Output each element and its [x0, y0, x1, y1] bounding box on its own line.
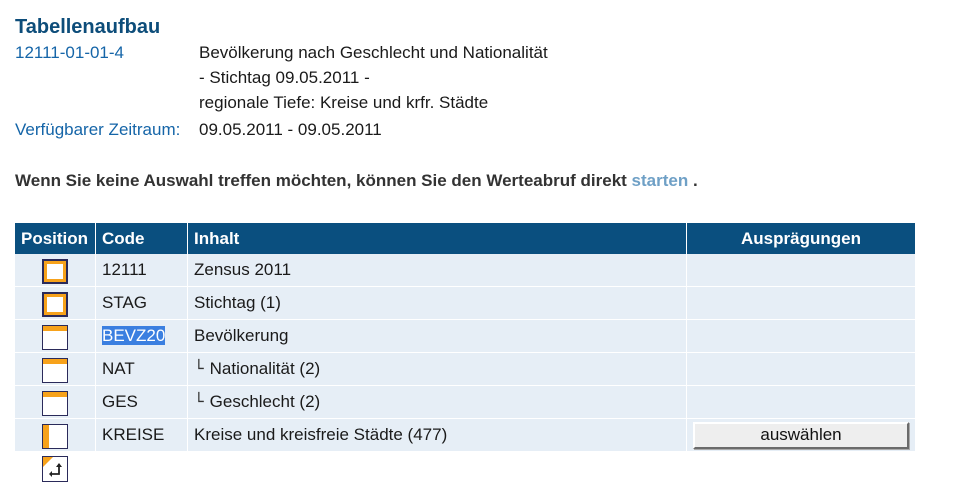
- row-inhalt: Stichtag (1): [188, 287, 687, 320]
- header-auspraegungen: Ausprägungen: [687, 223, 915, 254]
- header-position: Position: [15, 223, 96, 254]
- row-auspraegungen: [687, 353, 915, 386]
- row-code: GES: [96, 386, 188, 419]
- position-box-icon[interactable]: [41, 258, 69, 285]
- row-inhalt: Kreise und kreisfreie Städte (477): [188, 419, 687, 452]
- row-code: KREISE: [96, 419, 188, 452]
- row-auspraegungen: [687, 287, 915, 320]
- row-auspraegungen: auswählen: [687, 419, 915, 452]
- position-header-icon[interactable]: [41, 357, 69, 384]
- table-row: GES └ Geschlecht (2): [15, 386, 915, 419]
- table-row: STAG Stichtag (1): [15, 287, 915, 320]
- tree-branch-icon: └: [194, 359, 204, 378]
- position-header-icon[interactable]: [41, 324, 69, 351]
- position-header-icon[interactable]: [41, 390, 69, 417]
- row-code-selected: BEVZ20: [102, 326, 166, 345]
- table-row: KREISE Kreise und kreisfreie Städte (477…: [15, 419, 915, 452]
- row-inhalt: └ Nationalität (2): [188, 353, 687, 386]
- table-row: 12111 Zensus 2011: [15, 254, 915, 287]
- table-description-line-2: - Stichtag 09.05.2011 -: [199, 68, 370, 87]
- intro-message: Wenn Sie keine Auswahl treffen möchten, …: [15, 171, 627, 190]
- row-code: BEVZ20: [96, 320, 188, 353]
- row-inhalt: Zensus 2011: [188, 254, 687, 287]
- table-row: NAT └ Nationalität (2): [15, 353, 915, 386]
- position-side-icon[interactable]: [41, 423, 69, 450]
- row-position-cell: [15, 320, 96, 353]
- period-value: 09.05.2011 - 09.05.2011: [199, 120, 382, 139]
- table-description-line-1: Bevölkerung nach Geschlecht und National…: [199, 43, 548, 62]
- position-box-icon[interactable]: [41, 291, 69, 318]
- header-inhalt: Inhalt: [188, 223, 687, 254]
- header-code: Code: [96, 223, 188, 254]
- row-code: NAT: [96, 353, 188, 386]
- table-code: 12111-01-01-4: [15, 43, 125, 62]
- swap-icon[interactable]: [41, 455, 69, 483]
- table-header-row: Position Code Inhalt Ausprägungen: [15, 223, 915, 254]
- row-inhalt-label: Geschlecht (2): [209, 392, 321, 411]
- page-title: Tabellenaufbau: [15, 16, 161, 38]
- row-inhalt: └ Geschlecht (2): [188, 386, 687, 419]
- row-position-cell: [15, 254, 96, 287]
- start-link[interactable]: starten: [632, 171, 689, 190]
- row-auspraegungen: [687, 254, 915, 287]
- intro-text: Wenn Sie keine Auswahl treffen möchten, …: [15, 171, 698, 191]
- tree-branch-icon: └: [194, 392, 204, 411]
- row-auspraegungen: [687, 386, 915, 419]
- table-row: BEVZ20 Bevölkerung: [15, 320, 915, 353]
- row-code: STAG: [96, 287, 188, 320]
- row-inhalt: Bevölkerung: [188, 320, 687, 353]
- row-position-cell: [15, 386, 96, 419]
- row-code: 12111: [96, 254, 188, 287]
- table-description-line-3: regionale Tiefe: Kreise und krfr. Städte: [199, 93, 489, 112]
- row-auspraegungen: [687, 320, 915, 353]
- period-label: Verfügbarer Zeitraum:: [15, 120, 181, 139]
- row-position-cell: [15, 287, 96, 320]
- select-button[interactable]: auswählen: [693, 421, 909, 449]
- row-inhalt-label: Nationalität (2): [209, 359, 321, 378]
- intro-suffix: .: [692, 171, 698, 190]
- row-position-cell: [15, 419, 96, 452]
- row-position-cell: [15, 353, 96, 386]
- structure-table: Position Code Inhalt Ausprägungen 12111 …: [15, 223, 915, 452]
